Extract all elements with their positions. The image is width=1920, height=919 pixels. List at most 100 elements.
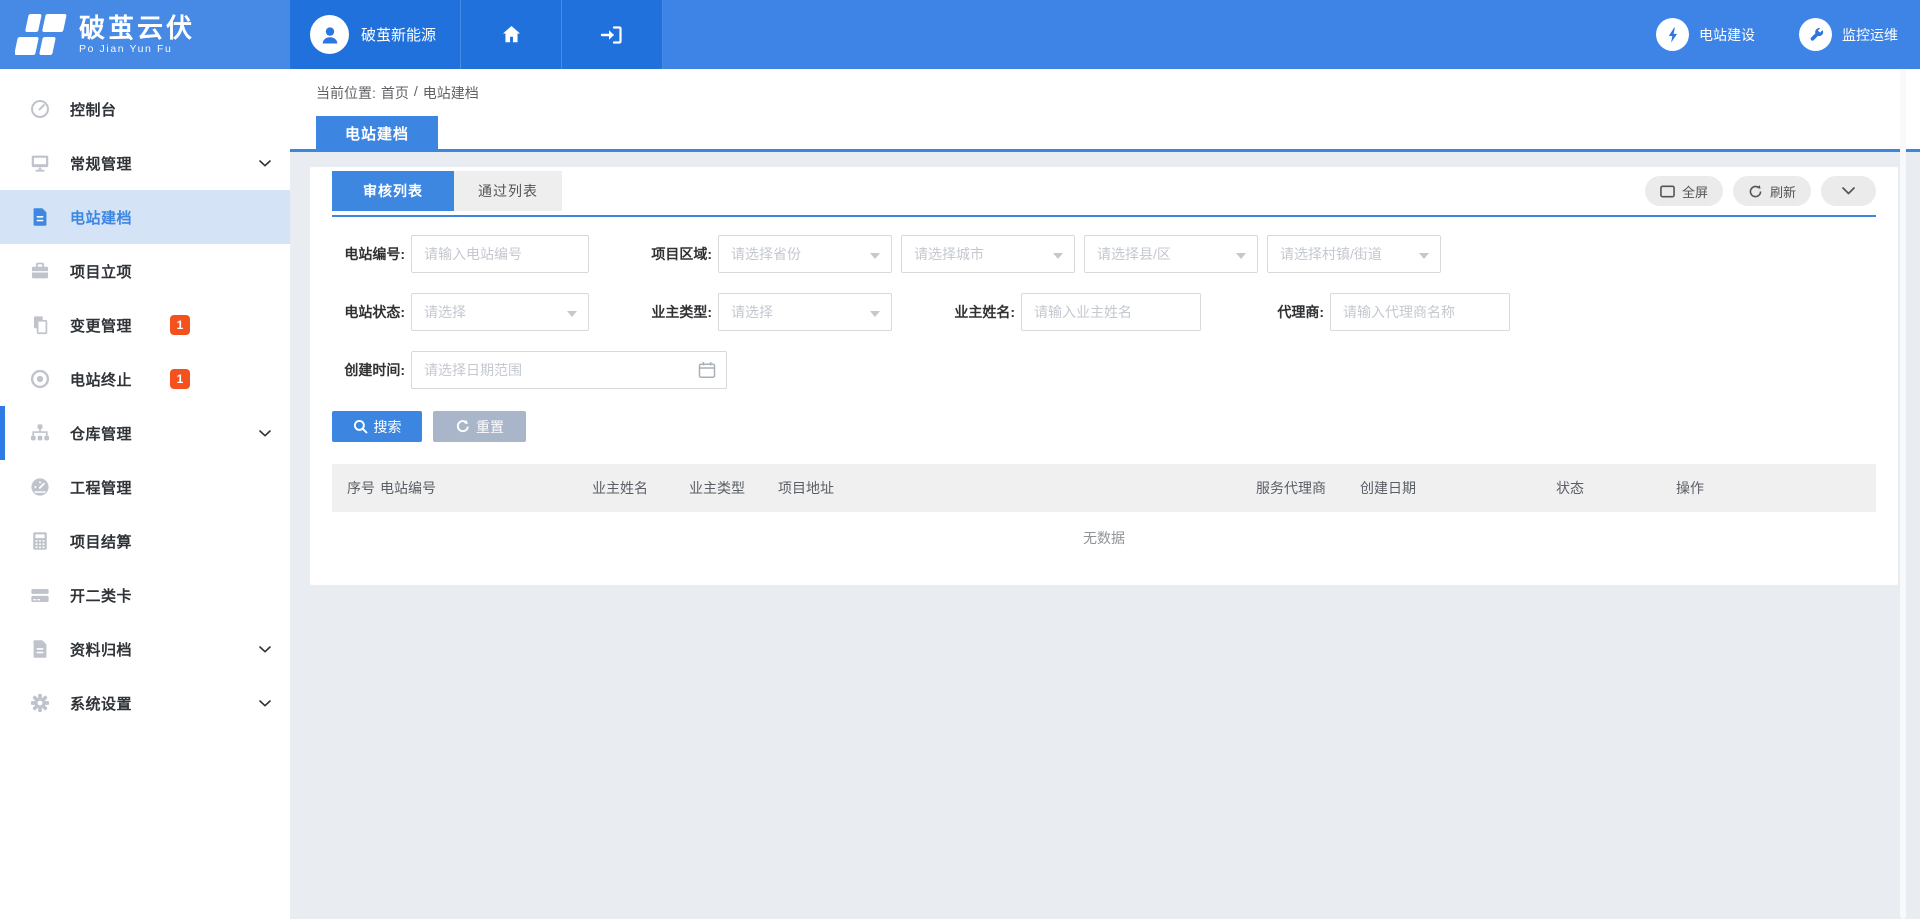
sidebar-item-data-archive[interactable]: 资料归档 <box>0 622 290 676</box>
sidebar-item-warehouse-mgmt[interactable]: 仓库管理 <box>0 406 290 460</box>
logout-button[interactable] <box>562 0 663 69</box>
avatar <box>310 15 349 54</box>
sidebar-item-label: 项目立项 <box>70 261 132 282</box>
col-agent: 服务代理商 <box>1256 464 1326 512</box>
wrench-circle <box>1799 18 1832 51</box>
calendar-icon <box>698 361 716 379</box>
brand-logo[interactable]: 破茧云伏 Po Jian Yun Fu <box>0 0 290 69</box>
caret-down-icon <box>870 253 880 259</box>
city-select[interactable]: 请选择城市 <box>901 235 1075 273</box>
wrench-icon <box>1807 26 1825 44</box>
top-header: 破茧云伏 Po Jian Yun Fu 破茧新能源 <box>0 0 1920 69</box>
archive-document-icon <box>29 638 51 660</box>
province-select[interactable]: 请选择省份 <box>718 235 892 273</box>
col-status: 状态 <box>1556 464 1584 512</box>
caret-down-icon <box>1236 253 1246 259</box>
chevron-down-icon <box>259 160 271 167</box>
gear-icon <box>29 692 51 714</box>
col-owner-type: 业主类型 <box>689 464 745 512</box>
sidebar-item-label: 资料归档 <box>70 639 132 660</box>
sidebar-item-label: 电站建档 <box>70 207 132 228</box>
empty-state: 无数据 <box>332 512 1876 560</box>
notification-badge: 1 <box>170 315 190 335</box>
sidebar-item-label: 项目结算 <box>70 531 132 552</box>
sidebar-item-engineering-mgmt[interactable]: 工程管理 <box>0 460 290 514</box>
district-select[interactable]: 请选择县/区 <box>1084 235 1258 273</box>
content: 审核列表 通过列表 全屏 刷新 <box>290 152 1920 585</box>
sitemap-icon <box>29 422 51 444</box>
tab-review-list[interactable]: 审核列表 <box>332 171 454 211</box>
brand-subtitle: Po Jian Yun Fu <box>79 43 195 55</box>
col-address: 项目地址 <box>778 464 834 512</box>
collapse-toolbar-button[interactable] <box>1821 176 1876 206</box>
breadcrumb-home-link[interactable]: 首页 <box>381 83 409 103</box>
refresh-button[interactable]: 刷新 <box>1733 176 1811 206</box>
station-status-select[interactable]: 请选择 <box>411 293 589 331</box>
refresh-icon <box>1748 184 1763 199</box>
col-station-no: 电站编号 <box>380 464 436 512</box>
fullscreen-button[interactable]: 全屏 <box>1645 176 1723 206</box>
sidebar: 控制台 常规管理 电站建档 项目立项 <box>0 69 290 919</box>
owner-type-select[interactable]: 请选择 <box>718 293 892 331</box>
tab-passed-list[interactable]: 通过列表 <box>454 171 562 211</box>
breadcrumb: 当前位置: 首页 / 电站建档 <box>316 83 1920 103</box>
town-select[interactable]: 请选择村镇/街道 <box>1267 235 1441 273</box>
header-right: 电站建设 监控运维 <box>663 0 1920 69</box>
gauge-icon <box>29 98 51 120</box>
main-area: 当前位置: 首页 / 电站建档 电站建档 审核列表 通过列表 全屏 <box>290 69 1920 919</box>
sidebar-item-label: 仓库管理 <box>70 423 132 444</box>
header-user[interactable]: 破茧新能源 <box>290 0 461 69</box>
sidebar-item-project-settlement[interactable]: 项目结算 <box>0 514 290 568</box>
nav-monitor-ops[interactable]: 监控运维 <box>1799 18 1898 51</box>
lightning-circle <box>1656 18 1689 51</box>
user-icon <box>318 23 342 47</box>
filter-actions: 搜索 重置 <box>332 411 1876 442</box>
sidebar-item-change-mgmt[interactable]: 变更管理 1 <box>0 298 290 352</box>
home-button[interactable] <box>461 0 562 69</box>
station-no-input[interactable] <box>411 235 589 273</box>
owner-name-input[interactable] <box>1021 293 1201 331</box>
bank-card-icon <box>29 584 51 606</box>
calculator-icon <box>29 530 51 552</box>
create-time-label: 创建时间: <box>332 360 405 380</box>
sidebar-item-label: 控制台 <box>70 99 117 120</box>
scrollbar[interactable] <box>1900 69 1906 919</box>
reset-button[interactable]: 重置 <box>433 411 526 442</box>
fullscreen-icon <box>1660 185 1675 198</box>
tabs-row: 审核列表 通过列表 全屏 刷新 <box>332 167 1876 207</box>
search-button[interactable]: 搜索 <box>332 411 422 442</box>
reset-label: 重置 <box>476 417 504 437</box>
sidebar-item-general-mgmt[interactable]: 常规管理 <box>0 136 290 190</box>
col-owner-name: 业主姓名 <box>592 464 648 512</box>
sidebar-item-label: 开二类卡 <box>70 585 132 606</box>
province-placeholder: 请选择省份 <box>731 244 801 264</box>
breadcrumb-zone: 当前位置: 首页 / 电站建档 电站建档 <box>290 69 1920 152</box>
document-icon <box>29 206 51 228</box>
chevron-down-icon <box>259 700 271 707</box>
station-filing-panel: 审核列表 通过列表 全屏 刷新 <box>310 167 1898 585</box>
district-placeholder: 请选择县/区 <box>1097 244 1171 264</box>
station-status-label: 电站状态: <box>332 302 405 322</box>
sidebar-item-open-type2-card[interactable]: 开二类卡 <box>0 568 290 622</box>
nav-station-build[interactable]: 电站建设 <box>1656 18 1755 51</box>
lightning-icon <box>1664 26 1682 44</box>
station-no-label: 电站编号: <box>332 244 405 264</box>
date-range-field <box>411 351 727 389</box>
sidebar-item-station-filing[interactable]: 电站建档 <box>0 190 290 244</box>
agent-input[interactable] <box>1330 293 1510 331</box>
filter-form: 电站编号: 项目区域: 请选择省份 请选择城市 请选择县/区 <box>332 217 1876 389</box>
results-table: 序号 电站编号 业主姓名 业主类型 项目地址 服务代理商 创建日期 状态 操作 … <box>332 464 1876 560</box>
copy-pages-icon <box>29 314 51 336</box>
sidebar-item-station-termination[interactable]: 电站终止 1 <box>0 352 290 406</box>
sidebar-item-system-settings[interactable]: 系统设置 <box>0 676 290 730</box>
caret-down-icon <box>870 311 880 317</box>
page-tab-station-filing[interactable]: 电站建档 <box>316 116 438 151</box>
brand-text: 破茧云伏 Po Jian Yun Fu <box>79 14 195 55</box>
sidebar-item-project-initiation[interactable]: 项目立项 <box>0 244 290 298</box>
owner-type-label: 业主类型: <box>639 302 712 322</box>
speedometer-icon <box>29 476 51 498</box>
date-range-input[interactable] <box>411 351 727 389</box>
col-created: 创建日期 <box>1360 464 1416 512</box>
caret-down-icon <box>1053 253 1063 259</box>
sidebar-item-console[interactable]: 控制台 <box>0 82 290 136</box>
